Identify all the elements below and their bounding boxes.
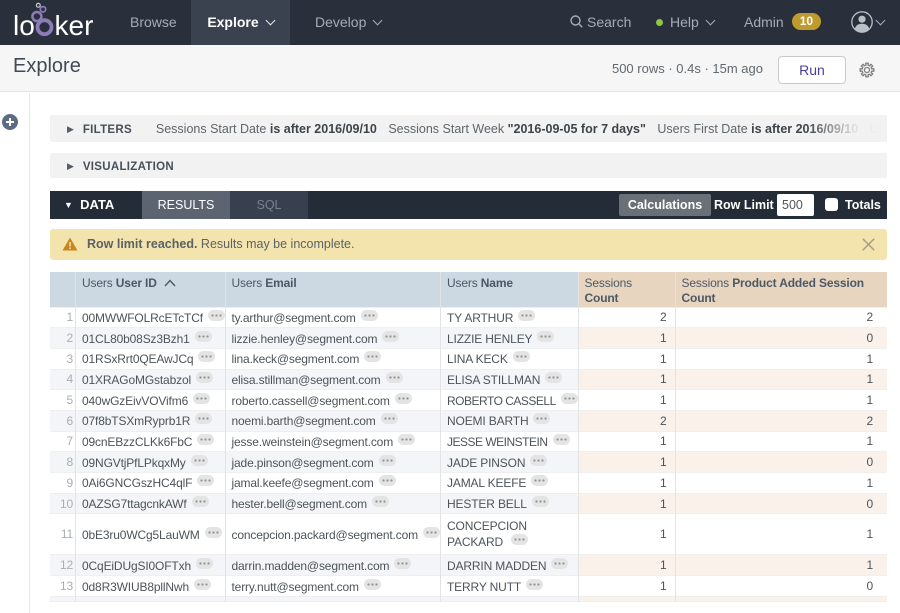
svg-text:ker: ker xyxy=(55,10,94,41)
